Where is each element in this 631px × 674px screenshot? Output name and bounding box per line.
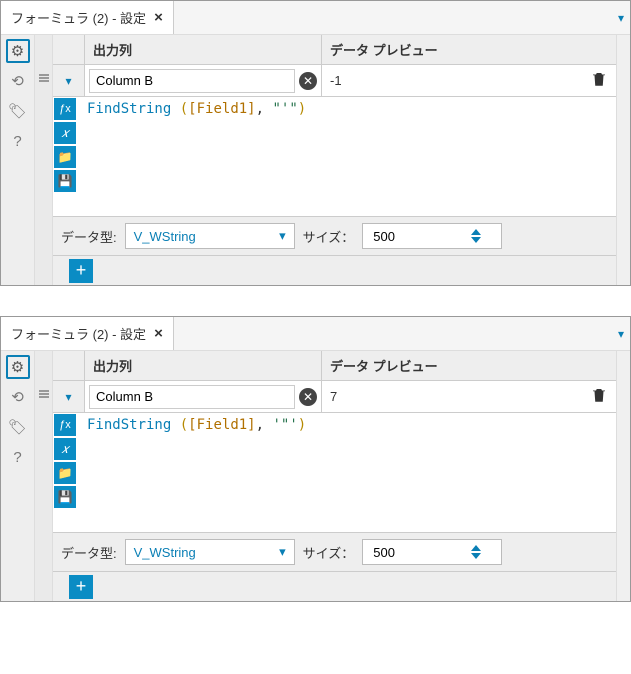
- fx-icon[interactable]: ƒx: [54, 98, 76, 120]
- expr-string: "'": [272, 101, 297, 117]
- trash-icon[interactable]: [590, 70, 608, 91]
- collapse-icon[interactable]: ▾: [65, 74, 71, 88]
- anchor-icon[interactable]: ⟲: [6, 385, 30, 409]
- datatype-select[interactable]: V_WString ▾: [125, 539, 295, 565]
- formula-toolbar: ƒx 𝑥 📁 💾: [53, 97, 77, 216]
- datatype-value: V_WString: [134, 229, 196, 244]
- tab-bar: フォーミュラ (2) - 設定 × ▾: [1, 1, 630, 35]
- gear-icon[interactable]: ⚙: [6, 355, 30, 379]
- header-output-column: 出力列: [85, 351, 322, 380]
- header-row: 出力列 データ プレビュー: [53, 351, 616, 381]
- datatype-select[interactable]: V_WString ▾: [125, 223, 295, 249]
- spin-up-icon[interactable]: [471, 229, 481, 235]
- spin-up-icon[interactable]: [471, 545, 481, 551]
- gear-icon[interactable]: ⚙: [6, 39, 30, 63]
- tab-bar: フォーミュラ (2) - 設定 × ▾: [1, 317, 630, 351]
- chevron-down-icon: ▾: [279, 228, 286, 244]
- add-button[interactable]: +: [69, 575, 93, 599]
- formula-toolbar: ƒx 𝑥 📁 💾: [53, 413, 77, 532]
- fx-icon[interactable]: ƒx: [54, 414, 76, 436]
- folder-icon[interactable]: 📁: [54, 462, 76, 484]
- x-icon[interactable]: 𝑥: [54, 122, 76, 144]
- chevron-down-icon[interactable]: ▾: [618, 327, 624, 341]
- formula-area: ƒx 𝑥 📁 💾 FindString ([Field1], '"'): [53, 413, 616, 533]
- size-input-wrap: [362, 223, 502, 249]
- expression-editor[interactable]: FindString ([Field1], "'"): [77, 97, 616, 216]
- add-row: +: [53, 255, 616, 285]
- datatype-label: データ型:: [61, 543, 117, 562]
- left-toolbar: ⚙ ⟲ 🏷 ?: [1, 35, 35, 285]
- value-row: ▾ ✕ -1: [53, 65, 616, 97]
- tab-title: フォーミュラ (2) - 設定: [11, 8, 146, 27]
- formula-panel: フォーミュラ (2) - 設定 × ▾ ⚙ ⟲ 🏷 ? 出力列 データ プレビュ…: [0, 0, 631, 286]
- header-output-column: 出力列: [85, 35, 322, 64]
- save-icon[interactable]: 💾: [54, 170, 76, 192]
- content-area: 出力列 データ プレビュー ▾ ✕ 7 ƒx 𝑥: [53, 351, 616, 601]
- row-gutter: [35, 35, 53, 285]
- expr-fn: FindString: [87, 101, 171, 117]
- footer-row: データ型: V_WString ▾ サイズ：: [53, 217, 616, 255]
- formula-panel: フォーミュラ (2) - 設定 × ▾ ⚙ ⟲ 🏷 ? 出力列 データ プレビュ…: [0, 316, 631, 602]
- size-label: サイズ：: [303, 543, 355, 562]
- anchor-icon[interactable]: ⟲: [6, 69, 30, 93]
- size-input[interactable]: [371, 544, 471, 561]
- left-toolbar: ⚙ ⟲ 🏷 ?: [1, 351, 35, 601]
- size-input[interactable]: [371, 228, 471, 245]
- close-icon[interactable]: ×: [154, 9, 163, 26]
- header-row: 出力列 データ プレビュー: [53, 35, 616, 65]
- drag-handle-icon[interactable]: [39, 389, 49, 399]
- collapse-icon[interactable]: ▾: [65, 390, 71, 404]
- clear-icon[interactable]: ✕: [299, 72, 317, 90]
- close-icon[interactable]: ×: [154, 325, 163, 342]
- size-label: サイズ：: [303, 227, 355, 246]
- spin-down-icon[interactable]: [471, 237, 481, 243]
- tag-icon[interactable]: 🏷: [6, 415, 30, 439]
- tag-icon[interactable]: 🏷: [6, 99, 30, 123]
- expr-field: [Field1]: [188, 417, 255, 433]
- chevron-down-icon[interactable]: ▾: [618, 11, 624, 25]
- trash-icon[interactable]: [590, 386, 608, 407]
- preview-value: 7: [330, 389, 337, 404]
- size-input-wrap: [362, 539, 502, 565]
- expression-editor[interactable]: FindString ([Field1], '"'): [77, 413, 616, 532]
- help-icon[interactable]: ?: [6, 445, 30, 469]
- folder-icon[interactable]: 📁: [54, 146, 76, 168]
- output-column-input[interactable]: [89, 385, 295, 409]
- output-column-input[interactable]: [89, 69, 295, 93]
- row-gutter: [35, 351, 53, 601]
- scrollbar[interactable]: [616, 351, 630, 601]
- save-icon[interactable]: 💾: [54, 486, 76, 508]
- header-data-preview: データ プレビュー: [322, 351, 616, 380]
- expr-string: '"': [272, 417, 297, 433]
- add-row: +: [53, 571, 616, 601]
- expr-fn: FindString: [87, 417, 171, 433]
- datatype-value: V_WString: [134, 545, 196, 560]
- formula-area: ƒx 𝑥 📁 💾 FindString ([Field1], "'"): [53, 97, 616, 217]
- datatype-label: データ型:: [61, 227, 117, 246]
- header-data-preview: データ プレビュー: [322, 35, 616, 64]
- tab-title: フォーミュラ (2) - 設定: [11, 324, 146, 343]
- clear-icon[interactable]: ✕: [299, 388, 317, 406]
- footer-row: データ型: V_WString ▾ サイズ：: [53, 533, 616, 571]
- chevron-down-icon: ▾: [279, 544, 286, 560]
- preview-value: -1: [330, 73, 342, 88]
- active-tab[interactable]: フォーミュラ (2) - 設定 ×: [1, 317, 174, 350]
- scrollbar[interactable]: [616, 35, 630, 285]
- help-icon[interactable]: ?: [6, 129, 30, 153]
- content-area: 出力列 データ プレビュー ▾ ✕ -1 ƒx �: [53, 35, 616, 285]
- value-row: ▾ ✕ 7: [53, 381, 616, 413]
- drag-handle-icon[interactable]: [39, 73, 49, 83]
- add-button[interactable]: +: [69, 259, 93, 283]
- spin-down-icon[interactable]: [471, 553, 481, 559]
- expr-field: [Field1]: [188, 101, 255, 117]
- x-icon[interactable]: 𝑥: [54, 438, 76, 460]
- active-tab[interactable]: フォーミュラ (2) - 設定 ×: [1, 1, 174, 34]
